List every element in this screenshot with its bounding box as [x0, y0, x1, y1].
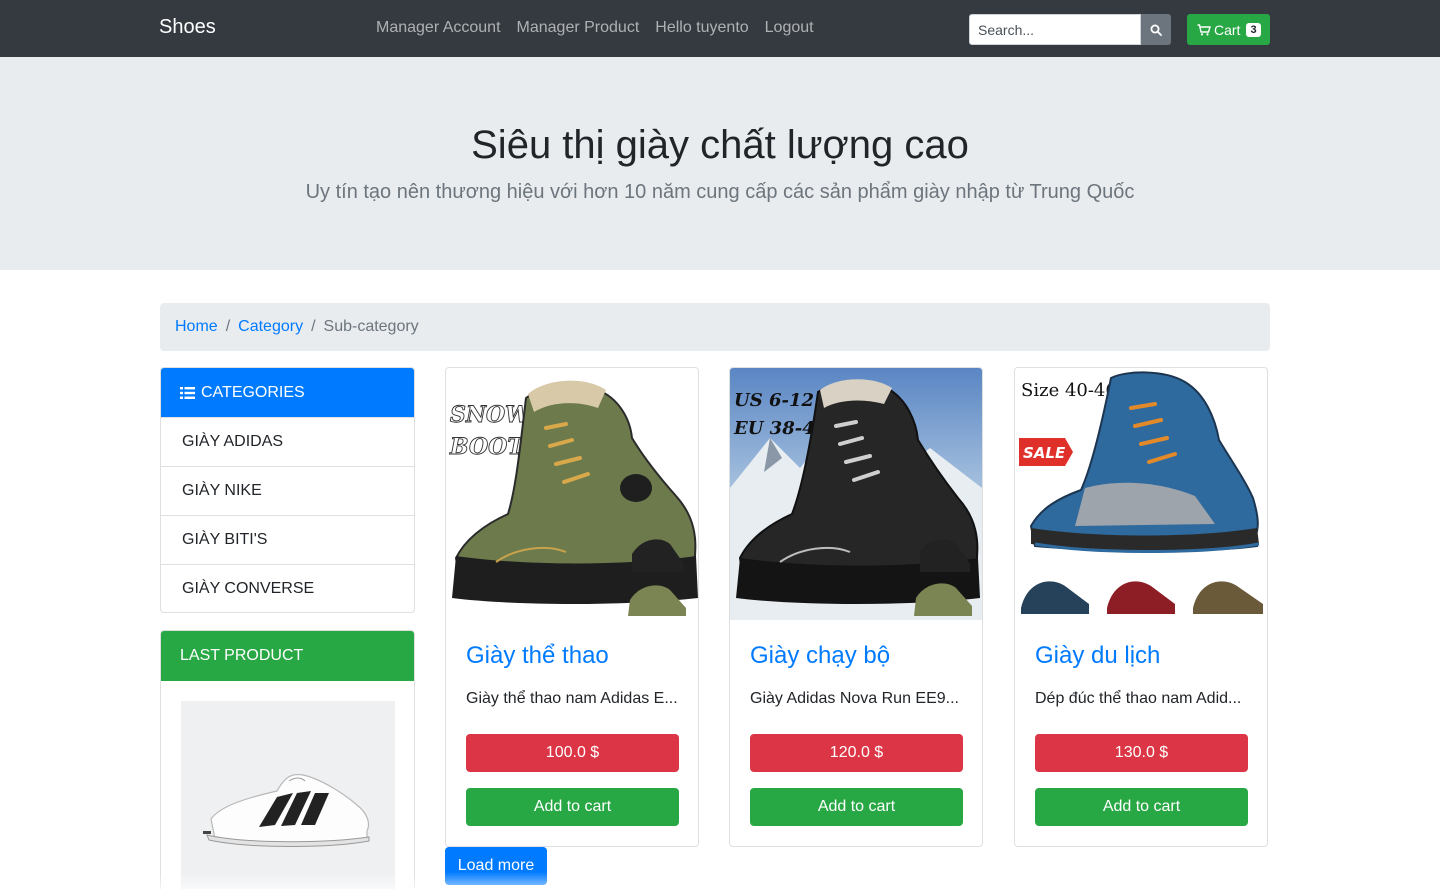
product-description: Dép đúc thể thao nam Adid... — [1035, 690, 1242, 707]
nav-links: Manager Account Manager Product Hello tu… — [376, 19, 814, 37]
image-caption: US 6-12 — [734, 390, 814, 411]
product-card: Size 40-46 SALE Giày du lịch Dép đúc thể… — [1014, 367, 1268, 847]
hero-title: Siêu thị giày chất lượng cao — [471, 123, 969, 167]
product-card: SNOW BOOTS Giày thể thao Giày thể thao n… — [445, 367, 699, 847]
categories-header: CATEGORIES — [161, 368, 414, 417]
product-title[interactable]: Giày chạy bộ — [750, 642, 890, 670]
search-button[interactable] — [1141, 14, 1171, 45]
category-item-bitis[interactable]: GIÀY BITI'S — [161, 515, 414, 564]
product-title[interactable]: Giày thể thao — [466, 642, 609, 670]
product-title[interactable]: Giày du lịch — [1035, 642, 1160, 670]
breadcrumb: Home / Category / Sub-category — [160, 303, 1270, 351]
image-caption: Size 40-46 — [1021, 380, 1117, 401]
price-button[interactable]: 100.0 $ — [466, 734, 679, 772]
image-caption: SNOW — [450, 402, 532, 428]
price-button[interactable]: 130.0 $ — [1035, 734, 1248, 772]
category-item-adidas[interactable]: GIÀY ADIDAS — [161, 417, 414, 466]
hero-banner: Siêu thị giày chất lượng cao Uy tín tạo … — [0, 57, 1440, 270]
hero-subtitle: Uy tín tạo nên thương hiệu với hơn 10 nă… — [305, 181, 1135, 203]
search-icon — [1150, 24, 1162, 36]
product-card: US 6-12 EU 38-46 Giày chạy bộ Giày Adida… — [729, 367, 983, 847]
navbar: Shoes Manager Account Manager Product He… — [0, 0, 1440, 57]
product-description: Giày Adidas Nova Run EE9... — [750, 690, 959, 707]
cart-count-badge: 3 — [1246, 22, 1261, 37]
breadcrumb-separator: / — [311, 318, 316, 335]
brand-link[interactable]: Shoes — [159, 16, 216, 39]
price-button[interactable]: 120.0 $ — [750, 734, 963, 772]
list-icon — [180, 386, 195, 399]
nav-manager-product[interactable]: Manager Product — [517, 19, 640, 37]
load-more-button[interactable]: Load more — [445, 847, 547, 885]
cart-button[interactable]: Cart 3 — [1187, 14, 1270, 45]
category-item-nike[interactable]: GIÀY NIKE — [161, 466, 414, 515]
search-input[interactable] — [969, 14, 1141, 45]
nav-hello-user[interactable]: Hello tuyento — [655, 19, 748, 37]
breadcrumb-category[interactable]: Category — [238, 318, 303, 336]
breadcrumb-current: Sub-category — [323, 318, 419, 335]
categories-card: CATEGORIES GIÀY ADIDAS GIÀY NIKE GIÀY BI… — [160, 367, 415, 613]
add-to-cart-button[interactable]: Add to cart — [466, 788, 679, 826]
last-product-card: LAST PRODUCT — [160, 630, 415, 889]
breadcrumb-separator: / — [225, 318, 231, 335]
add-to-cart-button[interactable]: Add to cart — [1035, 788, 1248, 826]
last-product-image[interactable] — [181, 701, 395, 889]
product-image[interactable]: US 6-12 EU 38-46 — [730, 368, 982, 620]
last-product-header: LAST PRODUCT — [161, 631, 414, 681]
nav-logout[interactable]: Logout — [765, 19, 814, 37]
product-image[interactable]: SNOW BOOTS — [446, 368, 698, 620]
product-image[interactable]: Size 40-46 SALE — [1015, 368, 1267, 620]
sale-badge: SALE — [1023, 444, 1066, 462]
product-description: Giày thể thao nam Adidas E... — [466, 690, 678, 707]
add-to-cart-button[interactable]: Add to cart — [750, 788, 963, 826]
nav-manager-account[interactable]: Manager Account — [376, 19, 501, 37]
categories-title: CATEGORIES — [201, 383, 305, 401]
cart-icon — [1197, 23, 1211, 35]
cart-label: Cart — [1214, 21, 1241, 38]
category-item-converse[interactable]: GIÀY CONVERSE — [161, 564, 414, 612]
breadcrumb-home[interactable]: Home — [175, 318, 218, 336]
